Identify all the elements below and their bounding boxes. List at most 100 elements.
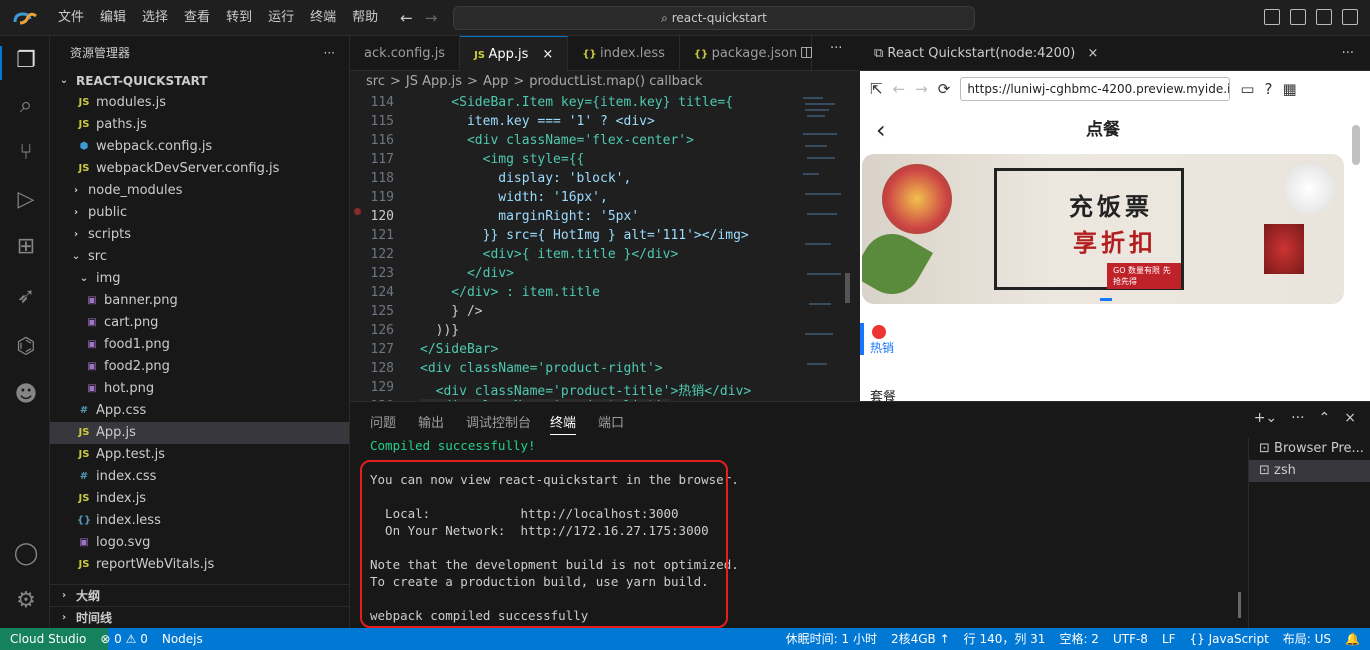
file-tree-item[interactable]: {} index.less — [50, 510, 349, 532]
sidebar-hot[interactable]: 热销 — [870, 339, 894, 356]
preview-scrollbar-thumb[interactable] — [1352, 125, 1360, 165]
breadcrumb-item[interactable]: App — [483, 74, 508, 89]
editor-tab[interactable]: JS App.js × — [460, 36, 569, 71]
close-icon[interactable]: × — [542, 47, 553, 62]
source-control-icon[interactable]: ⑂ — [13, 140, 39, 166]
status-item[interactable]: 2核4GB ↑ — [891, 628, 950, 650]
menu-item[interactable]: 编辑 — [92, 0, 134, 36]
menu-item[interactable]: 运行 — [260, 0, 302, 36]
status-item[interactable]: Nodejs — [162, 628, 203, 650]
panel-tab[interactable]: 调试控制台 — [466, 412, 531, 431]
file-tree-item[interactable]: ▣ cart.png — [50, 312, 349, 334]
file-tree-item[interactable]: ⬢ webpack.config.js — [50, 136, 349, 158]
menu-item[interactable]: 选择 — [134, 0, 176, 36]
file-tree-item[interactable]: JS App.test.js — [50, 444, 349, 466]
back-chevron-icon[interactable]: ‹ — [876, 107, 886, 153]
minimap[interactable] — [795, 93, 850, 401]
status-item[interactable]: 休眠时间: 1 小时 — [786, 628, 877, 650]
deploy-rocket-icon[interactable]: ➶ — [13, 284, 39, 310]
help-icon[interactable]: ? — [1265, 80, 1273, 98]
status-item[interactable]: LF — [1162, 628, 1176, 650]
editor-tab[interactable]: {} index.less — [568, 36, 680, 71]
editor-tab[interactable]: ack.config.js — [350, 36, 461, 71]
banner-image[interactable]: 充饭票 享折扣 GO 数量有限 先抢先得 — [862, 154, 1344, 304]
tree-structure-icon[interactable]: ⌬ — [13, 334, 39, 360]
terminal-item-browser[interactable]: ⊡ Browser Pre... — [1249, 438, 1370, 460]
status-item[interactable]: {} JavaScript — [1190, 628, 1269, 650]
status-item[interactable]: ⊗ 0 ⚠ 0 — [100, 628, 148, 650]
menu-item[interactable]: 文件 — [50, 0, 92, 36]
file-tree-item[interactable]: ▣ hot.png — [50, 378, 349, 400]
maximize-panel-icon[interactable]: ⌃ — [1319, 410, 1331, 426]
file-tree-item[interactable]: JS webpackDevServer.config.js — [50, 158, 349, 180]
extensions-icon[interactable]: ⊞ — [13, 234, 39, 260]
split-editor-icon[interactable]: ◫ — [800, 44, 813, 60]
breadcrumb-item[interactable]: productList.map() callback — [529, 74, 702, 89]
file-tree-item[interactable]: JS index.js — [50, 488, 349, 510]
file-tree-item[interactable]: # App.css — [50, 400, 349, 422]
menu-item[interactable]: 转到 — [218, 0, 260, 36]
file-tree-item[interactable]: # index.css — [50, 466, 349, 488]
file-tree-item[interactable]: ⌄ src — [50, 246, 349, 268]
notification-bell-icon[interactable]: 🔔 — [1345, 628, 1360, 650]
close-icon[interactable]: × — [1087, 46, 1098, 61]
file-tree-item[interactable]: ▣ banner.png — [50, 290, 349, 312]
file-tree-item[interactable]: › node_modules — [50, 180, 349, 202]
close-panel-icon[interactable]: × — [1344, 410, 1356, 426]
reload-icon[interactable]: ⟳ — [938, 80, 951, 98]
back-arrow-icon[interactable]: ← — [400, 9, 413, 27]
file-tree-item[interactable]: ▣ food1.png — [50, 334, 349, 356]
search-icon[interactable]: ⌕ — [13, 93, 39, 119]
code-editor[interactable]: 114 <SideBar.Item key={item.key} title={… — [350, 93, 860, 401]
device-icon[interactable]: ▭ — [1240, 80, 1254, 98]
editor-tab[interactable]: {} package.json — [680, 36, 813, 71]
status-item[interactable]: Cloud Studio — [10, 628, 86, 650]
file-tree-item[interactable]: JS reportWebVitals.js — [50, 554, 349, 576]
toggle-panel-icon[interactable] — [1290, 9, 1306, 25]
qr-code-icon[interactable]: ▦ — [1282, 80, 1296, 98]
panel-tab[interactable]: 输出 — [418, 412, 444, 431]
copilot-icon[interactable]: ☻ — [13, 382, 39, 408]
toggle-sidebar-icon[interactable] — [1264, 9, 1280, 25]
file-tree-item[interactable]: ▣ logo.svg — [50, 532, 349, 554]
explorer-icon[interactable]: ❐ — [13, 48, 39, 74]
file-tree-item[interactable]: JS modules.js — [50, 92, 349, 114]
file-tree-item[interactable]: ⌄ img — [50, 268, 349, 290]
terminal-scrollbar[interactable] — [1238, 592, 1241, 618]
new-terminal-icon[interactable]: +⌄ — [1254, 410, 1277, 426]
file-tree-item[interactable]: JS paths.js — [50, 114, 349, 136]
menu-item[interactable]: 终端 — [302, 0, 344, 36]
status-item[interactable]: 空格: 2 — [1059, 628, 1099, 650]
preview-tab[interactable]: ⧉ React Quickstart(node:4200) × ··· — [860, 36, 1370, 71]
customize-layout-icon[interactable] — [1342, 9, 1358, 25]
url-input[interactable]: https://luniwj-cghbmc-4200.preview.myide… — [960, 77, 1231, 101]
run-debug-icon[interactable]: ▷ — [13, 187, 39, 213]
terminal-item-zsh[interactable]: ⊡ zsh — [1249, 460, 1370, 482]
menu-item[interactable]: 查看 — [176, 0, 218, 36]
toggle-secondary-sidebar-icon[interactable] — [1316, 9, 1332, 25]
status-item[interactable]: 行 140，列 31 — [964, 628, 1046, 650]
back-arrow-icon[interactable]: ← — [893, 80, 906, 98]
menu-item[interactable]: 帮助 — [344, 0, 386, 36]
forward-arrow-icon[interactable]: → — [915, 80, 928, 98]
outline-section[interactable]: › 大纲 — [50, 584, 349, 606]
breadcrumb-item[interactable]: src — [366, 74, 385, 89]
status-item[interactable]: UTF-8 — [1113, 628, 1148, 650]
panel-tab[interactable]: 端口 — [598, 412, 624, 431]
file-tree-item[interactable]: JS App.js — [50, 422, 349, 444]
forward-arrow-icon[interactable]: → — [425, 9, 438, 27]
editor-more-icon[interactable]: ··· — [830, 41, 842, 56]
explorer-more-icon[interactable]: ··· — [324, 36, 335, 70]
command-center[interactable]: ⌕ react-quickstart — [453, 6, 975, 30]
breadcrumb-item[interactable]: JS App.js — [406, 74, 462, 89]
open-external-icon[interactable]: ⇱ — [870, 80, 883, 98]
panel-more-icon[interactable]: ··· — [1291, 410, 1304, 426]
timeline-section[interactable]: › 时间线 — [50, 606, 349, 628]
panel-tab[interactable]: 问题 — [370, 412, 396, 431]
settings-gear-icon[interactable]: ⚙ — [13, 588, 39, 614]
status-item[interactable]: 布局: US — [1283, 628, 1331, 650]
file-tree-item[interactable]: › scripts — [50, 224, 349, 246]
panel-tab[interactable]: 终端 — [550, 412, 577, 435]
file-tree-item[interactable]: › public — [50, 202, 349, 224]
file-tree-item[interactable]: ▣ food2.png — [50, 356, 349, 378]
